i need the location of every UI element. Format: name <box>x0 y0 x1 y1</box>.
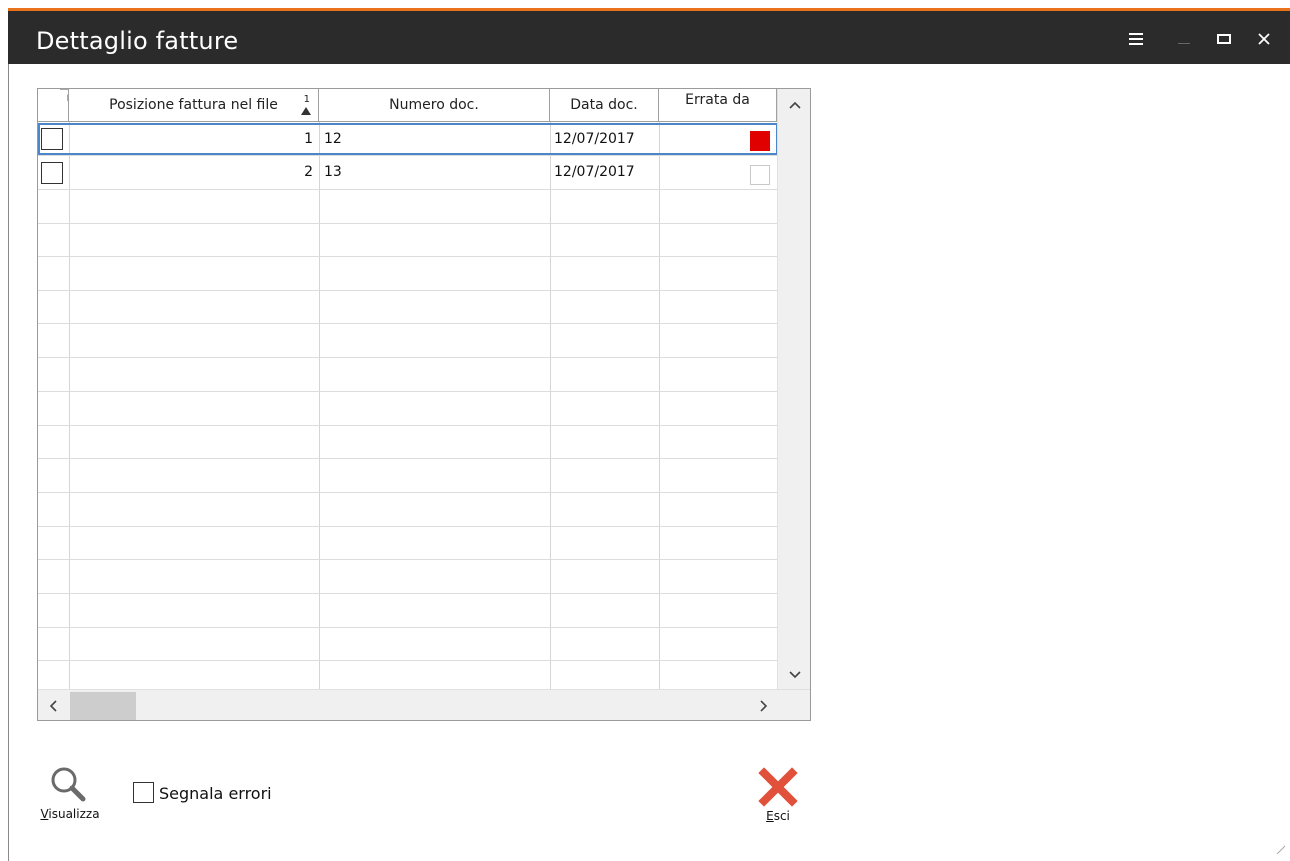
sort-ascending-icon <box>301 107 311 115</box>
magnifier-icon <box>51 767 86 802</box>
row-separator <box>38 425 778 426</box>
column-separator <box>659 122 660 690</box>
scroll-down-icon[interactable] <box>789 671 801 679</box>
row-separator <box>38 223 778 224</box>
row-separator <box>38 492 778 493</box>
horizontal-scrollbar[interactable] <box>38 689 810 720</box>
row-separator <box>38 593 778 594</box>
window-left-border <box>8 64 9 861</box>
errata-checkbox-unchecked[interactable] <box>750 165 770 185</box>
row-separator <box>38 559 778 560</box>
cell-data-doc: 12/07/2017 <box>554 131 635 147</box>
row-separator <box>38 660 778 661</box>
cell-posizione: 1 <box>304 131 313 147</box>
invoice-grid[interactable]: Posizione fattura nel file 1 Numero doc.… <box>37 88 811 721</box>
cell-data-doc: 12/07/2017 <box>554 164 635 180</box>
header-data-doc[interactable]: Data doc. <box>550 89 659 122</box>
header-select-column[interactable] <box>38 89 69 122</box>
column-separator <box>550 122 551 690</box>
row-separator <box>38 256 778 257</box>
header-errata[interactable]: Errata da <box>659 89 777 122</box>
minimize-icon[interactable] <box>1172 27 1196 51</box>
scroll-left-icon[interactable] <box>49 700 57 712</box>
row-separator <box>38 357 778 358</box>
row-separator <box>38 323 778 324</box>
header-posizione[interactable]: Posizione fattura nel file 1 <box>69 89 319 122</box>
visualizza-label-rest: isualizza <box>48 807 100 821</box>
segnala-errori-label: Segnala errori <box>159 784 272 803</box>
horizontal-scroll-thumb[interactable] <box>70 692 136 720</box>
esci-button[interactable]: Esci <box>748 765 808 825</box>
row-separator <box>38 526 778 527</box>
cell-numero-doc: 12 <box>324 131 342 147</box>
visualizza-label: Visualizza <box>40 807 100 821</box>
cell-numero-doc: 13 <box>324 164 342 180</box>
visualizza-button[interactable]: Visualizza <box>30 765 110 825</box>
row-checkbox[interactable] <box>41 162 63 184</box>
titlebar: Dettaglio fatture <box>8 11 1290 64</box>
header-posizione-label: Posizione fattura nel file <box>109 97 278 113</box>
scroll-up-icon[interactable] <box>789 101 801 109</box>
row-checkbox[interactable] <box>41 128 63 150</box>
errata-checkbox-checked[interactable] <box>750 131 770 151</box>
close-icon[interactable] <box>1252 27 1276 51</box>
row-separator <box>38 458 778 459</box>
filter-icon[interactable] <box>60 89 69 101</box>
window: Dettaglio fatture Posizione fattura nel … <box>0 0 1290 861</box>
esci-label: Esci <box>766 809 790 823</box>
cell-posizione: 2 <box>304 164 313 180</box>
red-x-icon <box>758 767 798 807</box>
column-separator <box>69 122 70 690</box>
resize-grip-icon[interactable] <box>1276 845 1286 855</box>
row-separator <box>38 391 778 392</box>
scroll-right-icon[interactable] <box>760 700 768 712</box>
window-title: Dettaglio fatture <box>36 27 239 55</box>
row-separator <box>38 290 778 291</box>
row-separator <box>38 189 778 190</box>
segnala-errori-checkbox[interactable] <box>133 782 154 803</box>
hamburger-icon[interactable] <box>1124 27 1148 51</box>
row-separator <box>38 627 778 628</box>
column-separator <box>319 122 320 690</box>
maximize-icon[interactable] <box>1212 27 1236 51</box>
header-numero-doc[interactable]: Numero doc. <box>319 89 550 122</box>
vertical-scrollbar[interactable] <box>777 89 810 689</box>
